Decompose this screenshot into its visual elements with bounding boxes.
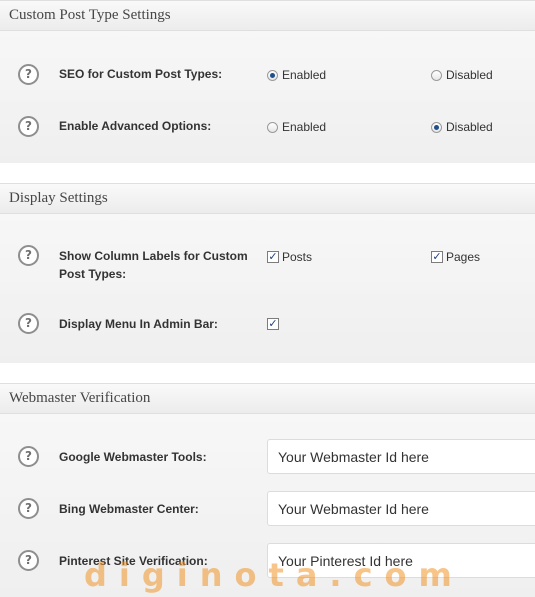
pinterest-label: Pinterest Site Verification: <box>59 554 208 568</box>
radio-selected-icon[interactable] <box>267 69 278 81</box>
display-header: Display Settings <box>0 184 535 214</box>
seo-disabled-label: Disabled <box>446 68 493 82</box>
admin-bar-label: Display Menu In Admin Bar: <box>59 317 218 331</box>
custom-post-type-panel: Custom Post Type Settings ? SEO for Cust… <box>0 0 535 163</box>
advanced-disabled-radio[interactable]: Disabled <box>431 120 493 134</box>
posts-checkbox[interactable]: ✓ Posts <box>267 250 312 264</box>
radio-unselected-icon[interactable] <box>431 69 442 81</box>
pages-label: Pages <box>446 250 481 264</box>
advanced-disabled-label: Disabled <box>446 120 493 134</box>
custom-post-type-body: ? SEO for Custom Post Types: Enabled Dis… <box>0 31 535 163</box>
checkmark-icon[interactable]: ✓ <box>267 318 279 330</box>
radio-unselected-icon[interactable] <box>267 121 278 133</box>
help-icon[interactable]: ? <box>18 64 39 85</box>
seo-enabled-label: Enabled <box>282 68 327 82</box>
webmaster-header: Webmaster Verification <box>0 384 535 414</box>
radio-selected-icon[interactable] <box>431 121 442 133</box>
webmaster-body: ? Google Webmaster Tools: ? Bing Webmast… <box>0 414 535 597</box>
column-labels-label-line1: Show Column Labels for Custom <box>59 249 248 263</box>
advanced-enabled-label: Enabled <box>282 120 327 134</box>
custom-post-type-header: Custom Post Type Settings <box>0 1 535 31</box>
seo-label: SEO for Custom Post Types: <box>59 67 223 81</box>
advanced-label: Enable Advanced Options: <box>59 119 212 133</box>
seo-disabled-radio[interactable]: Disabled <box>431 68 493 82</box>
display-body: ? Show Column Labels for Custom Post Typ… <box>0 214 535 363</box>
column-labels-label-line2: Post Types: <box>59 267 127 281</box>
help-icon[interactable]: ? <box>18 498 39 519</box>
google-verification-input[interactable] <box>267 439 535 474</box>
pinterest-verification-input[interactable] <box>267 543 535 578</box>
column-labels-label: Show Column Labels for Custom Post Types… <box>59 247 248 283</box>
help-icon[interactable]: ? <box>18 446 39 467</box>
google-label: Google Webmaster Tools: <box>59 450 207 464</box>
help-icon[interactable]: ? <box>18 550 39 571</box>
display-panel: Display Settings ? Show Column Labels fo… <box>0 183 535 363</box>
seo-enabled-radio[interactable]: Enabled <box>267 68 326 82</box>
help-icon[interactable]: ? <box>18 313 39 334</box>
checkmark-icon[interactable]: ✓ <box>431 251 443 263</box>
bing-label: Bing Webmaster Center: <box>59 502 199 516</box>
bing-verification-input[interactable] <box>267 491 535 526</box>
help-icon[interactable]: ? <box>18 116 39 137</box>
webmaster-panel: Webmaster Verification ? Google Webmaste… <box>0 383 535 597</box>
posts-label: Posts <box>282 250 313 264</box>
advanced-enabled-radio[interactable]: Enabled <box>267 120 326 134</box>
checkmark-icon[interactable]: ✓ <box>267 251 279 263</box>
admin-bar-checkbox[interactable]: ✓ <box>267 318 282 330</box>
help-icon[interactable]: ? <box>18 245 39 266</box>
pages-checkbox[interactable]: ✓ Pages <box>431 250 480 264</box>
